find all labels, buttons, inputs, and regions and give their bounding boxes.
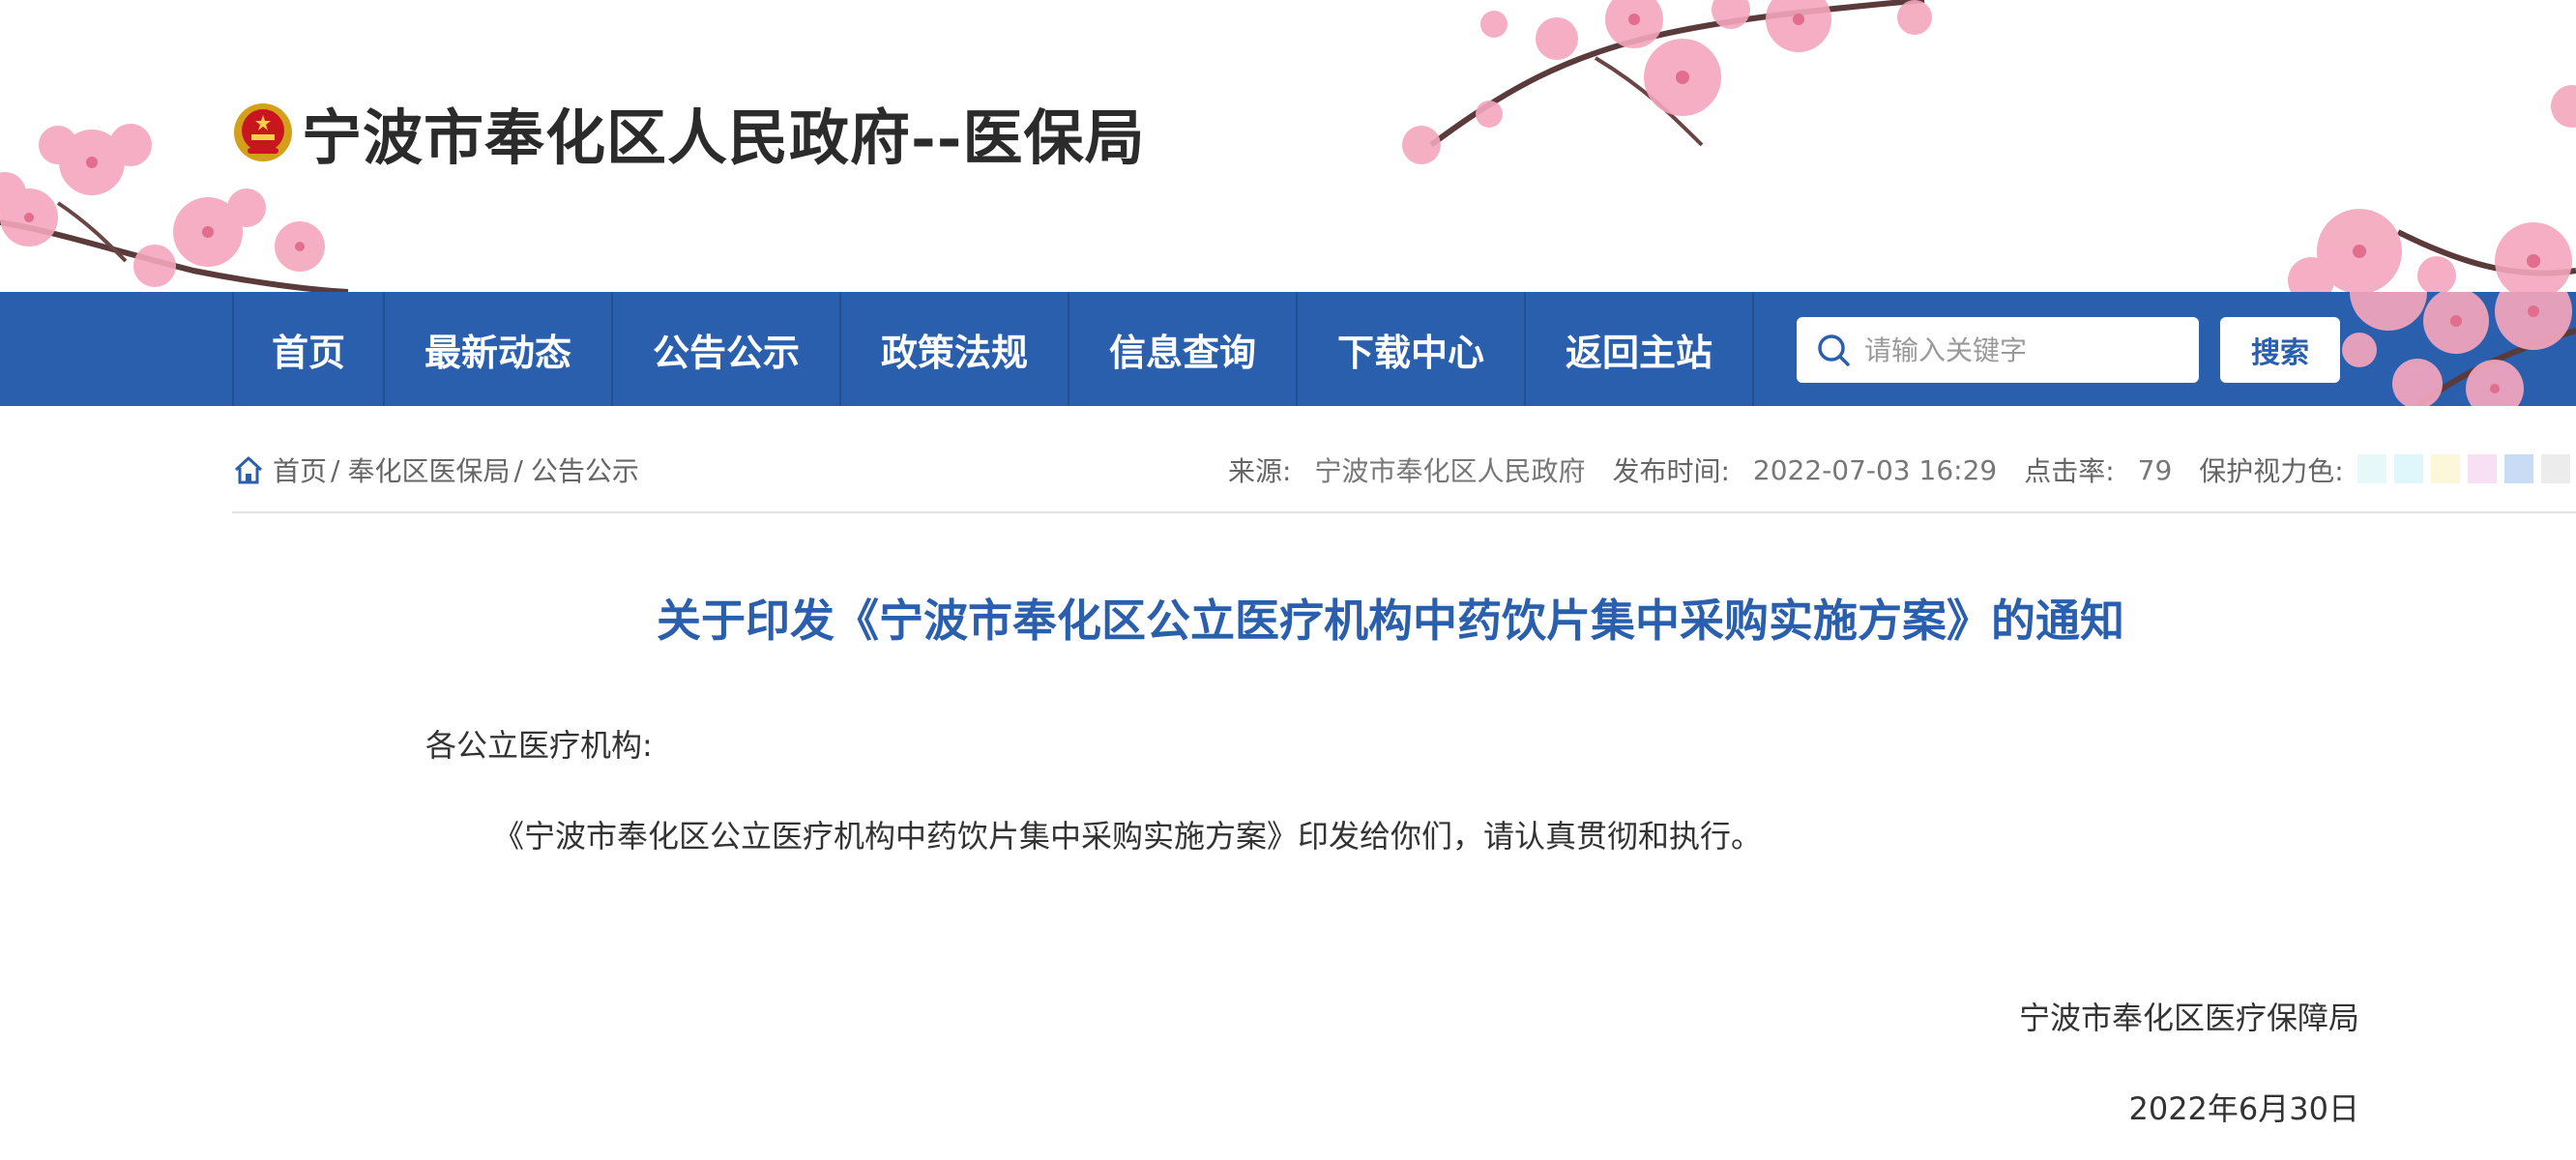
home-icon[interactable]: [232, 453, 265, 486]
article-salutation: 各公立医疗机构:: [425, 727, 653, 764]
eye-care-swatch[interactable]: [2468, 454, 2497, 483]
article-title: 关于印发《宁波市奉化区公立医疗机构中药饮片集中采购实施方案》的通知: [657, 594, 2124, 647]
search-icon[interactable]: [1814, 331, 1853, 369]
nav-item-info-query[interactable]: 信息查询: [1068, 292, 1296, 406]
eye-care-swatch[interactable]: [2431, 454, 2460, 483]
breadcrumb-bureau[interactable]: 奉化区医保局: [347, 450, 510, 489]
nav-item-main-site[interactable]: 返回主站: [1524, 292, 1754, 406]
eye-care-label: 保护视力色:: [2199, 455, 2344, 487]
publish-date-value: 2022-07-03 16:29: [1752, 453, 1998, 486]
eye-care-swatch[interactable]: [2394, 454, 2423, 483]
search-box: [1797, 317, 2199, 383]
national-emblem-icon: [234, 103, 292, 161]
breadcrumb-announcements[interactable]: 公告公示: [531, 450, 639, 489]
article-signature: 宁波市奉化区医疗保障局: [2018, 1000, 2359, 1036]
search-input[interactable]: [1864, 321, 2193, 379]
eye-care-color-picker: [2357, 454, 2576, 483]
publish-date-label: 发布时间:: [1612, 455, 1730, 487]
breadcrumb-separator: /: [513, 453, 523, 486]
site-title-text: 宁波市奉化区人民政府--医保局: [302, 102, 1146, 173]
site-header: 宁波市奉化区人民政府--医保局: [0, 0, 2576, 292]
breadcrumb-separator: /: [331, 453, 340, 486]
nav-item-home[interactable]: 首页: [232, 292, 383, 406]
divider: [232, 511, 2576, 513]
eye-care-swatch[interactable]: [2504, 454, 2533, 483]
article-meta: 来源: 宁波市奉化区人民政府 发布时间: 2022-07-03 16:29 点击…: [1228, 441, 2344, 499]
article-body: 《宁波市奉化区公立医疗机构中药饮片集中采购实施方案》印发给你们，请认真贯彻和执行…: [493, 818, 1763, 855]
source-value: 宁波市奉化区人民政府: [1314, 455, 1586, 487]
click-rate-label: 点击率:: [2024, 455, 2115, 487]
nav-item-downloads[interactable]: 下载中心: [1296, 292, 1524, 406]
click-rate-value: 79: [2137, 453, 2173, 486]
article-info-bar: 首页 / 奉化区医保局 / 公告公示 来源: 宁波市奉化区人民政府 发布时间: …: [232, 441, 2576, 499]
breadcrumb: 首页 / 奉化区医保局 / 公告公示: [232, 441, 639, 499]
article-date: 2022年6月30日: [2128, 1090, 2359, 1127]
search-button[interactable]: 搜索: [2220, 317, 2340, 383]
site-title[interactable]: 宁波市奉化区人民政府--医保局: [232, 89, 1145, 176]
source-label: 来源:: [1228, 455, 1292, 487]
nav-item-announcements[interactable]: 公告公示: [611, 292, 839, 406]
nav-item-latest-news[interactable]: 最新动态: [383, 292, 611, 406]
nav-menu: 首页 最新动态 公告公示 政策法规 信息查询 下载中心 返回主站: [232, 292, 1754, 406]
eye-care-swatch[interactable]: [2541, 454, 2570, 483]
nav-item-policies[interactable]: 政策法规: [839, 292, 1068, 406]
breadcrumb-home[interactable]: 首页: [273, 450, 327, 489]
eye-care-swatch[interactable]: [2357, 454, 2386, 483]
